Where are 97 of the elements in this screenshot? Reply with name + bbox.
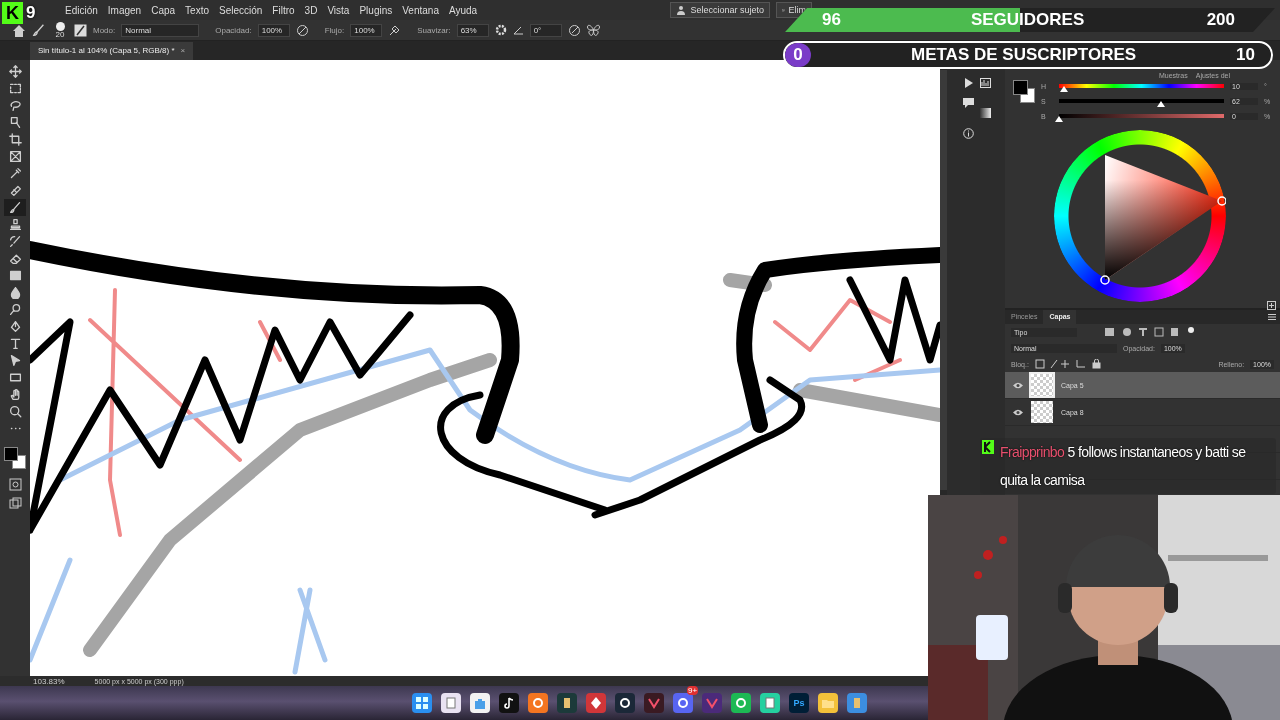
- rectangle-icon[interactable]: [8, 371, 22, 384]
- bandage-icon[interactable]: [8, 184, 22, 197]
- color-swatches[interactable]: [4, 447, 26, 469]
- target-icon[interactable]: [567, 23, 581, 37]
- diamond-app-icon[interactable]: [586, 693, 606, 713]
- menu-item[interactable]: Ayuda: [443, 4, 483, 16]
- windows-icon[interactable]: [412, 693, 432, 713]
- menu-item[interactable]: Ventana: [397, 4, 444, 16]
- goal-target: 200: [1206, 10, 1235, 30]
- scrollbar[interactable]: [940, 70, 947, 490]
- menu-item[interactable]: Vista: [322, 4, 355, 16]
- play-icon[interactable]: [963, 78, 974, 88]
- brush-icon[interactable]: [8, 201, 22, 214]
- lasso-icon[interactable]: [8, 99, 22, 112]
- zoom-level: 103.83%: [33, 676, 65, 686]
- menu-item[interactable]: Capa: [146, 4, 181, 16]
- discord-icon[interactable]: [673, 693, 693, 713]
- filter-icons-drawing[interactable]: [1103, 327, 1195, 337]
- badge-icon: [982, 440, 994, 454]
- store-icon[interactable]: [470, 693, 490, 713]
- menu-item[interactable]: Plugins: [354, 4, 398, 16]
- menu-item[interactable]: Filtro: [267, 4, 300, 16]
- goal-current: 96: [822, 10, 841, 30]
- history-brush-icon[interactable]: [8, 235, 22, 248]
- mode-label: Modo:: [93, 25, 116, 35]
- eye-icon[interactable]: [1013, 408, 1023, 416]
- mode-dropdown[interactable]: Normal: [121, 23, 200, 37]
- goal-target: 10: [1236, 45, 1255, 65]
- quick-mask-icon[interactable]: [8, 478, 22, 491]
- smoothing-field[interactable]: 63%: [456, 23, 489, 37]
- pen-icon[interactable]: [8, 320, 22, 333]
- pointer-icon[interactable]: [8, 354, 22, 367]
- color-swatches[interactable]: [1013, 80, 1035, 104]
- pressure-icon[interactable]: [295, 23, 309, 37]
- menu-icon[interactable]: [1268, 314, 1276, 320]
- flow-label: Flujo:: [324, 25, 345, 35]
- eraser-icon[interactable]: [8, 252, 22, 265]
- steam-icon[interactable]: [615, 693, 635, 713]
- brush-size-picker[interactable]: 20: [52, 21, 68, 39]
- document-tab[interactable]: Sin título-1 al 104% (Capa 5, RGB/8) * ×: [30, 42, 194, 60]
- ring-app-icon[interactable]: [528, 693, 548, 713]
- drop-icon[interactable]: [8, 286, 22, 299]
- gradient-icon[interactable]: [8, 269, 22, 282]
- angle-icon: [512, 25, 524, 35]
- music-note-icon[interactable]: [499, 693, 519, 713]
- person-icon: [676, 5, 687, 15]
- hand-icon[interactable]: [8, 388, 22, 401]
- v-app-icon[interactable]: [702, 693, 722, 713]
- smoothing-label: Suavizar:: [417, 25, 451, 35]
- airbrush-icon[interactable]: [388, 23, 402, 37]
- card-app-icon[interactable]: [557, 693, 577, 713]
- layer-thumbnail: [1031, 401, 1053, 423]
- angle-field[interactable]: 0°: [529, 23, 562, 37]
- photos-icon[interactable]: [847, 693, 867, 713]
- menu-item[interactable]: Texto: [180, 4, 214, 16]
- dodge-icon[interactable]: [8, 303, 22, 316]
- butterfly-icon[interactable]: [586, 24, 600, 36]
- chat-app-icon[interactable]: [760, 693, 780, 713]
- goal-label: METAS DE SUSCRIPTORES: [911, 45, 1137, 65]
- goal-current: 0: [792, 45, 804, 65]
- settings-icon[interactable]: [494, 24, 507, 36]
- home-icon[interactable]: [12, 23, 26, 37]
- opacity-label: Opacidad:: [215, 25, 252, 35]
- menu-item[interactable]: Imagen: [102, 4, 147, 16]
- comment-icon[interactable]: [963, 98, 974, 108]
- menu-item[interactable]: 3D: [299, 4, 323, 16]
- eyedropper-icon[interactable]: [8, 167, 22, 180]
- select-subject-button[interactable]: Seleccionar sujeto: [670, 2, 770, 18]
- channel-logo: K 9: [2, 0, 36, 26]
- menu-item[interactable]: Selección: [214, 4, 268, 16]
- stamp-icon[interactable]: [8, 218, 22, 231]
- spotify-icon[interactable]: [731, 693, 751, 713]
- lock-icons-drawing[interactable]: [1034, 359, 1101, 369]
- menu-item[interactable]: Edición: [60, 4, 103, 16]
- notepad-icon[interactable]: [441, 693, 461, 713]
- notification-badge: 9+: [687, 686, 699, 695]
- screen-mode-icon[interactable]: [8, 497, 22, 510]
- brush-settings-icon[interactable]: [74, 23, 87, 37]
- text-tool-icon[interactable]: [8, 337, 22, 350]
- chat-message: Fraipprinbo 5 follows instantaneos y batti se quita la camisa: [1000, 443, 1247, 490]
- gradient-swatch-icon[interactable]: [980, 108, 991, 118]
- selection-icon[interactable]: [8, 116, 22, 129]
- eye-icon[interactable]: [1013, 381, 1023, 389]
- move-icon[interactable]: [8, 65, 22, 78]
- v-app-icon[interactable]: [644, 693, 664, 713]
- flow-field[interactable]: 100%: [350, 23, 383, 37]
- frame-icon[interactable]: [8, 150, 22, 163]
- photoshop-icon[interactable]: Ps: [789, 693, 809, 713]
- brush-icon[interactable]: [32, 23, 46, 37]
- search-icon[interactable]: [8, 405, 22, 418]
- histogram-icon[interactable]: [980, 78, 991, 88]
- info-icon[interactable]: [963, 128, 974, 139]
- crop-icon[interactable]: [8, 133, 22, 146]
- folder-icon[interactable]: [818, 693, 838, 713]
- opacity-field[interactable]: 100%: [257, 23, 290, 37]
- expand-icon[interactable]: [1267, 301, 1276, 310]
- layer-thumbnail: [1031, 374, 1053, 396]
